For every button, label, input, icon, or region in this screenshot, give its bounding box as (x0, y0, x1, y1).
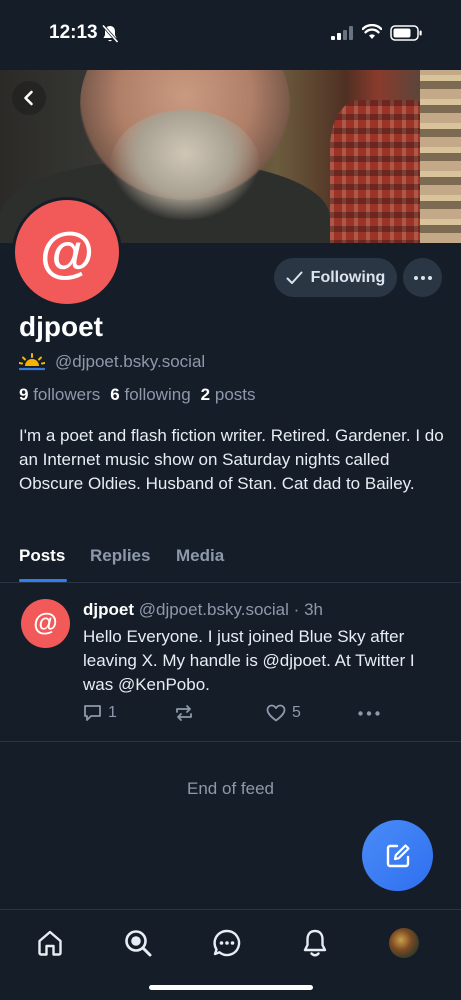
tab-media[interactable]: Media (176, 546, 224, 566)
at-sign-icon: @ (33, 609, 58, 637)
followers-stat[interactable]: 9 followers (19, 385, 100, 405)
ellipsis-icon (413, 275, 432, 280)
reply-button[interactable]: 1 (83, 704, 117, 722)
following-stat[interactable]: 6 following (110, 385, 190, 405)
post-more-button[interactable] (358, 711, 380, 716)
bell-icon (303, 929, 327, 957)
tab-replies[interactable]: Replies (90, 546, 150, 566)
post-author-name[interactable]: djpoet (83, 600, 134, 619)
search-icon (125, 930, 152, 957)
home-icon (38, 930, 62, 956)
reply-icon (84, 705, 101, 721)
handle-row: @djpoet.bsky.social (19, 350, 205, 374)
battery-icon (390, 25, 422, 41)
status-bar: 12:13 (0, 0, 461, 70)
compose-icon (386, 843, 410, 867)
post-text: Hello Everyone. I just joined Blue Sky a… (83, 627, 415, 694)
nav-profile[interactable] (389, 928, 419, 958)
following-label: Following (310, 268, 386, 286)
posts-stat: 2 posts (200, 385, 256, 404)
post-time: 3h (304, 600, 323, 619)
chat-icon (213, 929, 241, 957)
active-tab-indicator (19, 579, 67, 582)
post-separator: · (293, 600, 300, 619)
profile-tabs: Posts Replies Media (0, 540, 461, 583)
repost-button[interactable] (174, 704, 194, 722)
following-button[interactable]: Following (274, 258, 397, 297)
profile-stats: 9 followers 6 following 2 posts (19, 385, 256, 405)
home-indicator (149, 985, 313, 990)
post-header: djpoet @djpoet.bsky.social · 3h (83, 600, 323, 620)
like-count: 5 (292, 704, 301, 721)
tab-posts[interactable]: Posts (19, 546, 65, 566)
reply-count: 1 (108, 704, 117, 721)
more-options-button[interactable] (403, 258, 442, 297)
sunrise-icon (19, 353, 45, 371)
feed-post[interactable]: @ djpoet @djpoet.bsky.social · 3h Hello … (0, 584, 461, 742)
back-button[interactable] (12, 81, 46, 115)
check-icon (286, 271, 303, 284)
profile-avatar-icon (389, 928, 419, 958)
repost-icon (176, 705, 192, 721)
chevron-left-icon (24, 90, 33, 106)
like-button[interactable]: 5 (266, 704, 301, 722)
banner-photo-plaid (330, 100, 425, 243)
profile-handle: @djpoet.bsky.social (55, 352, 206, 371)
banner-photo-beard (110, 110, 260, 220)
post-author-handle[interactable]: @djpoet.bsky.social (139, 600, 289, 619)
banner-photo-edge (420, 70, 461, 243)
at-sign-icon: @ (39, 220, 95, 283)
profile-bio: I'm a poet and flash fiction writer. Ret… (19, 426, 444, 493)
profile-avatar[interactable]: @ (12, 197, 122, 307)
nav-chat[interactable] (212, 928, 242, 958)
wifi-icon (362, 24, 382, 39)
ellipsis-icon (358, 711, 380, 716)
compose-button[interactable] (362, 820, 433, 891)
nav-search[interactable] (123, 928, 153, 958)
end-of-feed-label: End of feed (187, 779, 274, 798)
heart-icon (266, 704, 286, 722)
post-actions: 1 5 (83, 704, 403, 726)
cellular-signal-icon (331, 26, 353, 40)
nav-notifications[interactable] (300, 928, 330, 958)
status-time: 12:13 (49, 22, 98, 43)
display-name: djpoet (19, 311, 103, 342)
post-author-avatar[interactable]: @ (21, 599, 70, 648)
bell-slash-icon (101, 24, 119, 43)
nav-home[interactable] (35, 928, 65, 958)
